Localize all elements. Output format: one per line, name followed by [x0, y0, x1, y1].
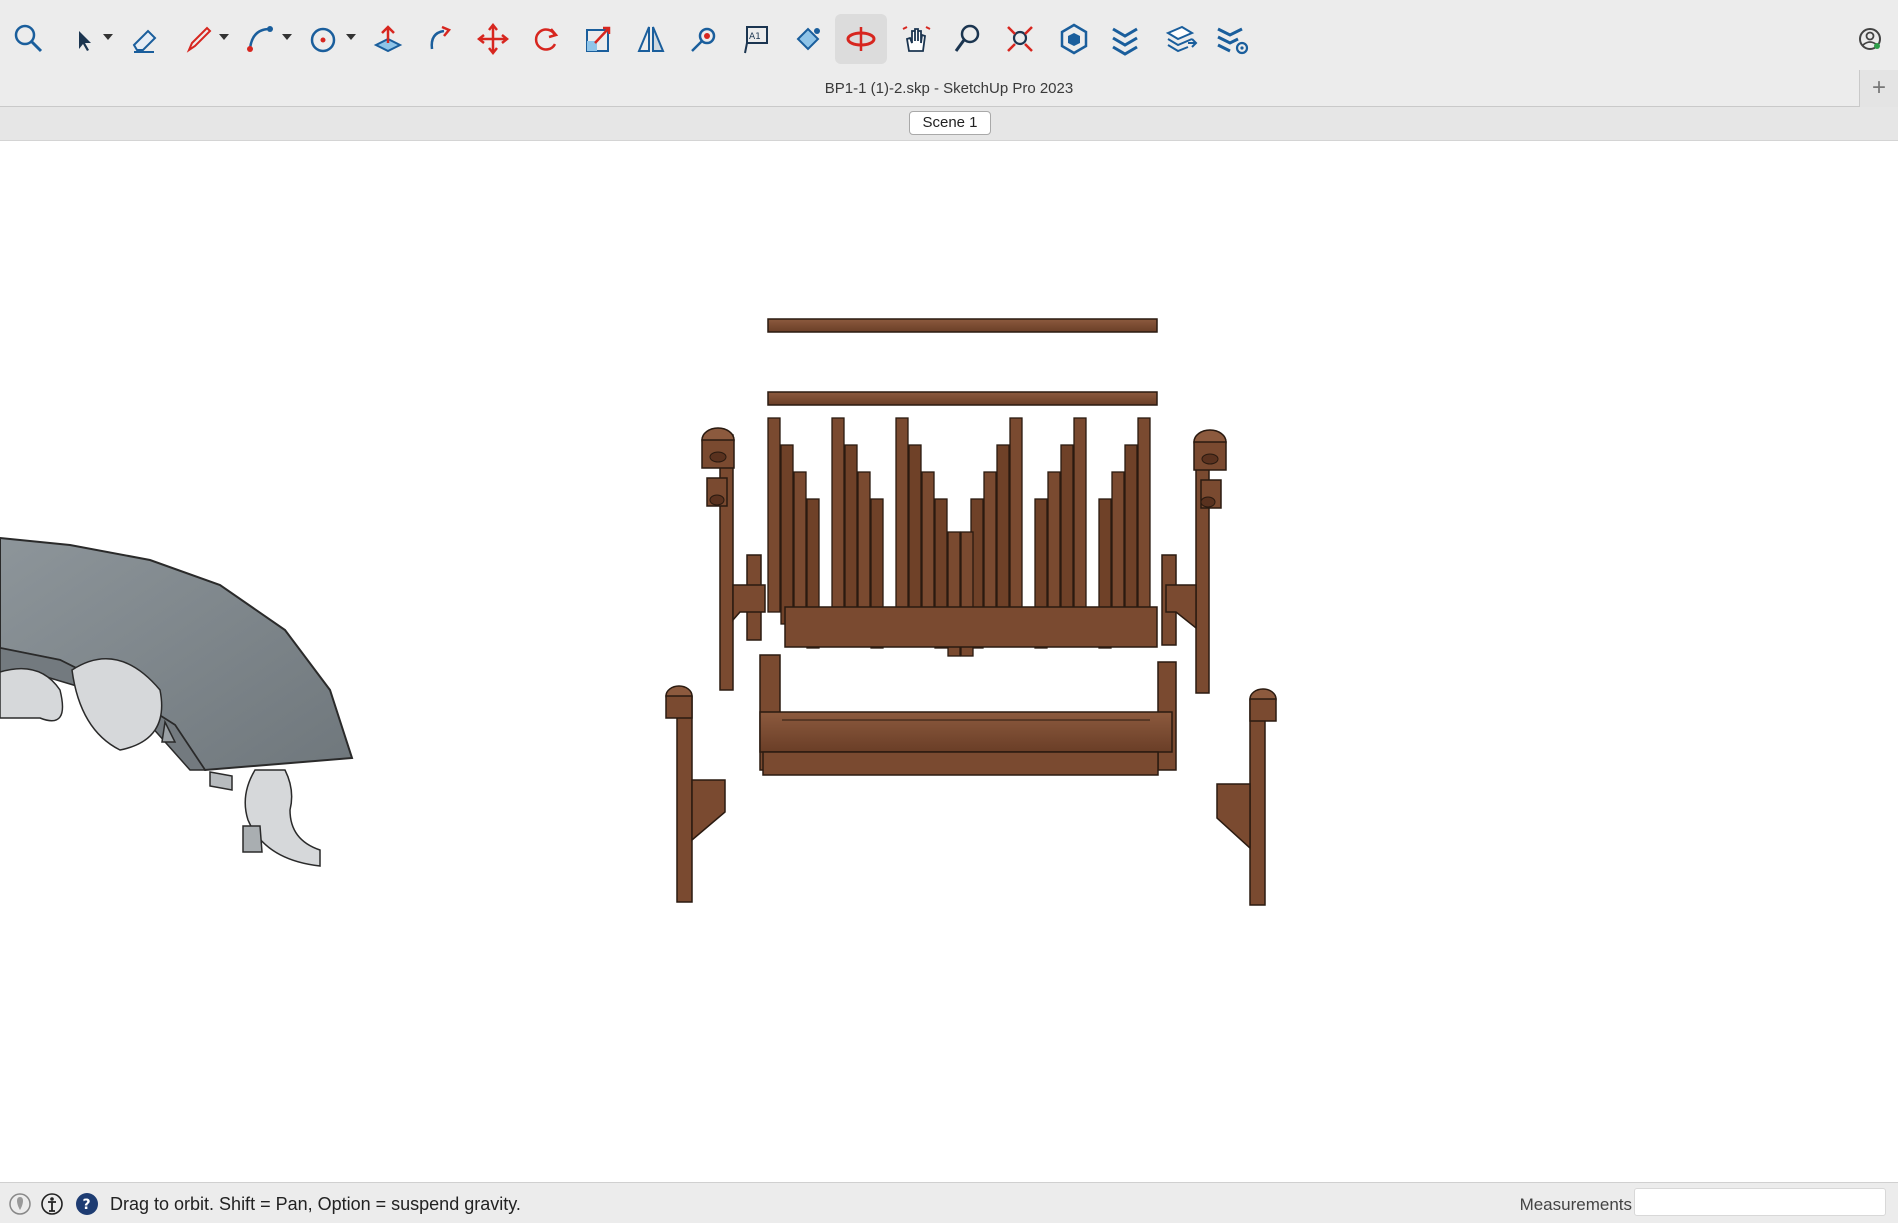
status-bar: ? Drag to orbit. Shift = Pan, Option = s… — [0, 1182, 1898, 1223]
warehouse-icon — [1060, 23, 1088, 55]
credits-icon[interactable] — [40, 1192, 64, 1216]
account-icon — [1859, 28, 1881, 50]
paint-bucket-tool-button[interactable] — [782, 14, 834, 64]
measurements-input[interactable] — [1634, 1188, 1886, 1216]
move-tool-button[interactable] — [467, 14, 519, 64]
pan-tool-button[interactable] — [889, 14, 941, 64]
stone-arch-model[interactable] — [0, 536, 354, 867]
model-viewport[interactable] — [0, 141, 1898, 1182]
back-slat[interactable] — [1124, 444, 1138, 625]
zoom-extents-tool-button[interactable] — [994, 14, 1046, 64]
circle-icon — [310, 27, 336, 53]
back-slat[interactable] — [908, 444, 922, 625]
top-rail-upper — [767, 318, 1158, 333]
pan-hand-icon — [902, 26, 931, 52]
flip-icon — [637, 26, 665, 52]
back-slat[interactable] — [767, 417, 781, 613]
select-tool-button[interactable] — [56, 14, 108, 64]
flip-tool-button[interactable] — [625, 14, 677, 64]
eraser-icon — [132, 29, 157, 53]
rotate-tool-button[interactable] — [520, 14, 572, 64]
shapes-tool-button[interactable] — [298, 14, 350, 64]
shapes-dropdown-caret[interactable] — [346, 34, 356, 40]
move-icon — [476, 22, 510, 56]
search-icon — [14, 24, 43, 53]
back-slat[interactable] — [1073, 417, 1087, 613]
eraser-tool-button[interactable] — [118, 14, 170, 64]
orbit-icon — [846, 27, 876, 51]
arc-icon — [247, 26, 273, 52]
line-tool-button[interactable] — [173, 14, 225, 64]
scale-icon — [586, 26, 611, 52]
main-toolbar: A1 — [0, 0, 1898, 76]
scene-tabs-bar: Scene 1 — [0, 107, 1898, 141]
line-dropdown-caret[interactable] — [219, 34, 229, 40]
paint-bucket-icon — [796, 27, 820, 51]
back-slat[interactable] — [1009, 417, 1023, 613]
back-slat[interactable] — [1060, 444, 1074, 625]
text-icon: A1 — [744, 26, 768, 54]
title-bar: BP1-1 (1)-2.skp - SketchUp Pro 2023 + — [0, 70, 1898, 108]
scale-tool-button[interactable] — [572, 14, 624, 64]
text-tool-button[interactable]: A1 — [729, 14, 781, 64]
back-slat[interactable] — [1137, 417, 1151, 613]
model-canvas[interactable] — [0, 141, 1898, 1182]
pencil-icon — [186, 26, 212, 53]
layout-icon — [1165, 25, 1198, 53]
follow-me-icon — [430, 25, 452, 50]
bench-model[interactable] — [665, 318, 1277, 906]
zoom-extents-icon — [1007, 26, 1033, 52]
extension-manager-button[interactable] — [1206, 14, 1258, 64]
top-rail-lower — [767, 391, 1158, 406]
back-slat[interactable] — [895, 417, 909, 613]
measurements-label: Measurements — [1519, 1195, 1632, 1214]
extension-icon — [1112, 27, 1138, 56]
seat-front-rail — [759, 711, 1173, 753]
push-pull-icon — [373, 25, 403, 53]
zoom-icon — [954, 24, 980, 52]
help-icon[interactable]: ? — [75, 1192, 99, 1216]
select-arrow-icon — [79, 31, 91, 51]
window-title: BP1-1 (1)-2.skp - SketchUp Pro 2023 — [824, 80, 1074, 97]
zoom-tool-button[interactable] — [941, 14, 993, 64]
search-tool-button[interactable] — [2, 14, 54, 64]
back-slat[interactable] — [996, 444, 1010, 625]
arc-tool-button[interactable] — [234, 14, 286, 64]
seat-bottom-rail — [762, 751, 1159, 776]
scene-tab-1[interactable]: Scene 1 — [909, 111, 991, 135]
new-tab-button[interactable]: + — [1859, 70, 1898, 108]
orbit-tool-button[interactable] — [835, 14, 887, 64]
push-pull-tool-button[interactable] — [362, 14, 414, 64]
follow-me-tool-button[interactable] — [414, 14, 466, 64]
send-to-layout-button[interactable] — [1156, 14, 1208, 64]
geo-location-icon[interactable] — [8, 1192, 32, 1216]
select-dropdown-caret[interactable] — [103, 34, 113, 40]
tape-measure-icon — [691, 27, 716, 52]
back-slat[interactable] — [780, 444, 794, 625]
extension-warehouse-button[interactable] — [1099, 14, 1151, 64]
status-hint: Drag to orbit. Shift = Pan, Option = sus… — [110, 1194, 521, 1214]
back-slat[interactable] — [831, 417, 845, 613]
warehouse-button[interactable] — [1048, 14, 1100, 64]
seat-back-rail — [784, 606, 1158, 648]
svg-text:?: ? — [83, 1197, 91, 1213]
tape-measure-tool-button[interactable] — [677, 14, 729, 64]
back-slat[interactable] — [844, 444, 858, 625]
arc-dropdown-caret[interactable] — [282, 34, 292, 40]
rotate-icon — [534, 28, 559, 51]
extension-manager-icon — [1217, 27, 1249, 55]
svg-text:A1: A1 — [749, 32, 761, 42]
account-button[interactable] — [1848, 14, 1892, 64]
